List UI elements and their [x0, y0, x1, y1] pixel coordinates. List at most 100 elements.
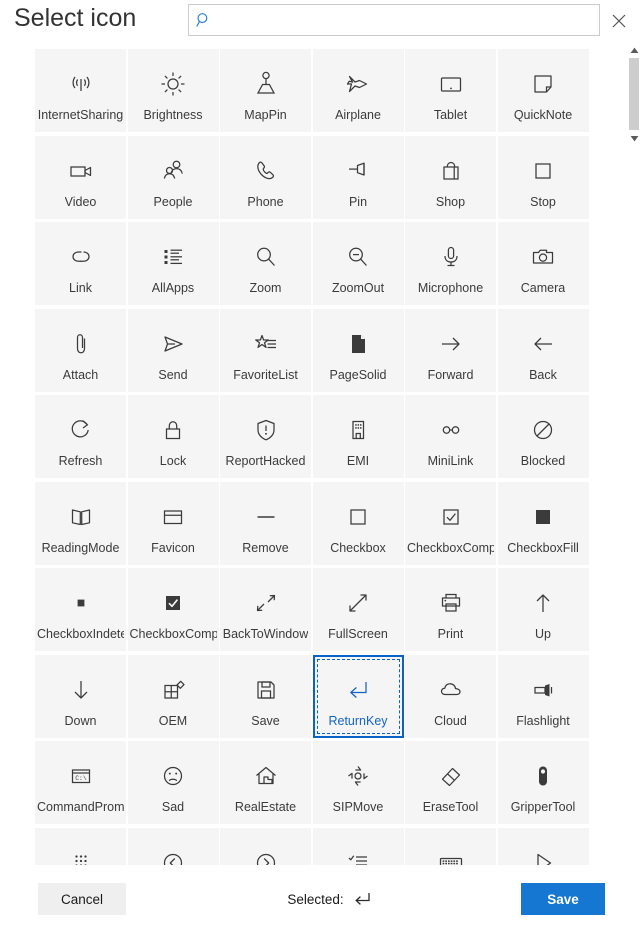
quick-note-icon: [526, 67, 560, 101]
cancel-button[interactable]: Cancel: [38, 883, 126, 915]
icon-tile-label: Blocked: [520, 454, 566, 468]
icon-tile-fullscreen[interactable]: FullScreen: [312, 568, 404, 651]
return-key-icon: [341, 673, 375, 707]
icon-tile-microphone[interactable]: Microphone: [405, 222, 496, 305]
icon-tile-commandprom[interactable]: C:\ CommandProm: [35, 741, 126, 824]
icon-tile-erasetool[interactable]: EraseTool: [405, 741, 496, 824]
icon-tile-checkboxindete[interactable]: CheckboxIndete: [35, 568, 126, 651]
icon-tile-pin[interactable]: Pin: [312, 135, 404, 219]
icon-tile-flashlight[interactable]: Flashlight: [497, 654, 589, 738]
checkbox-fill-icon: [526, 500, 560, 534]
flashlight-icon: [526, 673, 560, 707]
icon-tile-pagesolid[interactable]: PageSolid: [312, 308, 404, 392]
icon-tile-cloud[interactable]: Cloud: [405, 654, 496, 738]
icon-tile-attach[interactable]: Attach: [35, 308, 126, 392]
icon-tile-shop[interactable]: Shop: [405, 135, 496, 219]
icon-tile[interactable]: [497, 827, 589, 865]
cloud-icon: [434, 673, 468, 707]
icon-tile-sad[interactable]: Sad: [127, 741, 219, 824]
icon-tile-label: Flashlight: [516, 713, 570, 728]
refresh-icon: [64, 413, 98, 447]
icon-tile-realestate[interactable]: RealEstate: [220, 741, 311, 824]
icon-tile-send[interactable]: Send: [127, 308, 219, 392]
send-icon: [156, 327, 190, 361]
scroll-down-arrow-icon[interactable]: [626, 130, 642, 146]
icon-tile-quicknote[interactable]: QuickNote: [497, 49, 589, 132]
icon-tile[interactable]: [405, 827, 496, 865]
icon-tile-zoomout[interactable]: ZoomOut: [312, 222, 404, 305]
oem-icon: [156, 673, 190, 707]
icon-tile-backtowindow[interactable]: BackToWindow: [220, 568, 311, 651]
icon-tile[interactable]: [220, 827, 311, 865]
icon-tile-label: CommandProm: [37, 800, 124, 814]
icon-tile-mappin[interactable]: MapPin: [220, 49, 311, 132]
scrollbar-thumb[interactable]: [629, 58, 639, 130]
icon-tile-checkbox[interactable]: Checkbox: [312, 481, 404, 565]
icon-tile-grippertool[interactable]: GripperTool: [497, 741, 589, 824]
save-button[interactable]: Save: [521, 883, 605, 915]
icon-tile-airplane[interactable]: Airplane: [312, 49, 404, 132]
internet-sharing-icon: [64, 67, 98, 101]
icon-tile-label: Print: [437, 627, 464, 641]
icon-tile-label: CheckboxFill: [507, 540, 579, 555]
zoom-icon: [249, 240, 283, 274]
search-box[interactable]: [188, 4, 600, 36]
favorite-list-icon: [249, 327, 283, 361]
icon-tile-sipmove[interactable]: SIPMove: [312, 741, 404, 824]
icon-tile-video[interactable]: Video: [35, 135, 126, 219]
icon-tile-internetsharing[interactable]: InternetSharing: [35, 49, 126, 132]
icon-tile-blocked[interactable]: Blocked: [497, 395, 589, 478]
return-key-icon: [351, 888, 373, 910]
icon-tile-favoritelist[interactable]: FavoriteList: [220, 308, 311, 392]
icon-tile-refresh[interactable]: Refresh: [35, 395, 126, 478]
icon-tile[interactable]: [35, 827, 126, 865]
icon-tile-brightness[interactable]: Brightness: [127, 49, 219, 132]
icon-tile-phone[interactable]: Phone: [220, 135, 311, 219]
icon-tile-returnkey[interactable]: ReturnKey: [312, 654, 404, 738]
real-estate-icon: [249, 759, 283, 793]
icon-tile-lock[interactable]: Lock: [127, 395, 219, 478]
icon-tile-back[interactable]: Back: [497, 308, 589, 392]
icon-tile-label: QuickNote: [513, 108, 573, 122]
scrollbar[interactable]: [626, 42, 642, 865]
dialog-header: Select icon: [0, 0, 642, 42]
icon-tile-emi[interactable]: EMI: [312, 395, 404, 478]
back-icon: [526, 327, 560, 361]
icon-tile-up[interactable]: Up: [497, 568, 589, 651]
icon-tile-checkboxcomp[interactable]: CheckboxComp: [405, 481, 496, 565]
icon-tile-minilink[interactable]: MiniLink: [405, 395, 496, 478]
icon-tile-camera[interactable]: Camera: [497, 222, 589, 305]
icon-tile-label: Pin: [348, 194, 368, 209]
icon-tile-label: ReadingMode: [41, 540, 120, 555]
icon-tile-remove[interactable]: Remove: [220, 481, 311, 565]
icon-tile-link[interactable]: Link: [35, 222, 126, 305]
icon-tile-print[interactable]: Print: [405, 568, 496, 651]
icon-tile-down[interactable]: Down: [35, 654, 126, 738]
gripper-tool-icon: [526, 759, 560, 793]
icon-tile-label: InternetSharing: [37, 108, 124, 122]
icon-tile-favicon[interactable]: Favicon: [127, 481, 219, 565]
icon-tile-zoom[interactable]: Zoom: [220, 222, 311, 305]
icon-tile-allapps[interactable]: AllApps: [127, 222, 219, 305]
search-input[interactable]: [219, 6, 599, 34]
save-icon: [249, 673, 283, 707]
icon-tile-tablet[interactable]: Tablet: [405, 49, 496, 132]
icon-tile[interactable]: [127, 827, 219, 865]
close-icon[interactable]: [604, 6, 634, 36]
icon-tile-oem[interactable]: OEM: [127, 654, 219, 738]
icon-tile-reporthacked[interactable]: ReportHacked: [220, 395, 311, 478]
icon-tile-checkboxfill[interactable]: CheckboxFill: [497, 481, 589, 565]
icon-tile-label: ZoomOut: [331, 281, 385, 295]
icon-tile-forward[interactable]: Forward: [405, 308, 496, 392]
icon-tile[interactable]: [312, 827, 404, 865]
icon-tile-readingmode[interactable]: ReadingMode: [35, 481, 126, 565]
icon-tile-people[interactable]: People: [127, 135, 219, 219]
scroll-up-arrow-icon[interactable]: [626, 42, 642, 58]
icon-tile-label: Zoom: [249, 281, 282, 295]
blocked-icon: [526, 413, 560, 447]
icon-tile-label: PageSolid: [329, 367, 387, 382]
icon-tile-checkboxcomp[interactable]: CheckboxComp: [127, 568, 219, 651]
icon-tile-label: Favicon: [151, 540, 195, 555]
icon-tile-stop[interactable]: Stop: [497, 135, 589, 219]
icon-tile-save[interactable]: Save: [220, 654, 311, 738]
